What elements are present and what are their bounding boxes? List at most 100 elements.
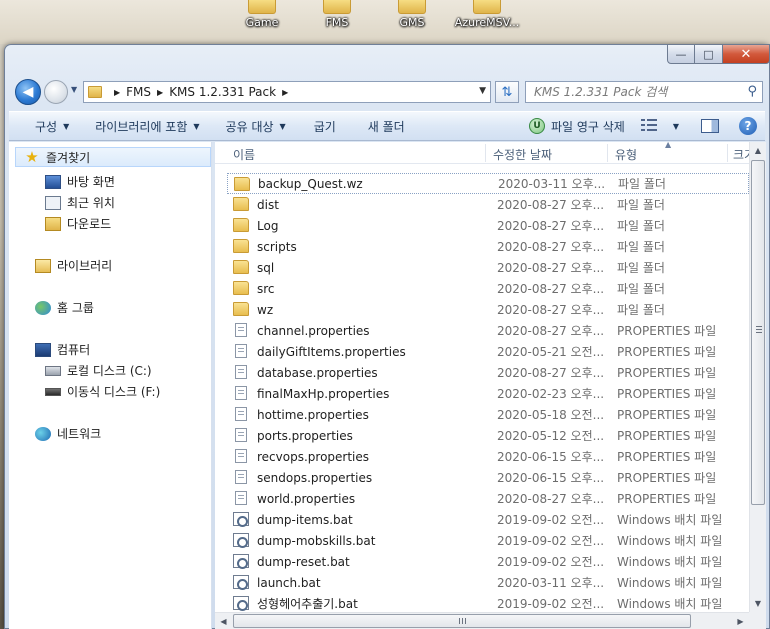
column-header-type[interactable]: 유형 (615, 146, 637, 163)
sidebar-item-favorites[interactable]: ★ 즐겨찾기 (15, 147, 211, 167)
desktop-folder-gms[interactable]: GMS (376, 0, 448, 29)
file-row[interactable]: ports.properties 2020-05-12 오전... PROPERTI… (227, 425, 749, 446)
folder-icon (233, 281, 249, 295)
column-header-size[interactable]: 크기 (733, 146, 749, 163)
new-folder-button[interactable]: 새 폴더 (346, 112, 415, 140)
desktop-folder-fms[interactable]: FMS (301, 0, 373, 29)
column-header-date[interactable]: 수정한 날짜 (493, 146, 552, 163)
sidebar-item-downloads[interactable]: 다운로드 (45, 215, 111, 232)
preview-pane-button[interactable] (689, 112, 729, 140)
breadcrumb-separator-icon[interactable]: ▶ (157, 88, 163, 97)
horizontal-scroll-thumb[interactable] (233, 614, 691, 628)
file-row[interactable]: finalMaxHp.properties 2020-02-23 오후... PRO… (227, 383, 749, 404)
sidebar-item-network[interactable]: 네트워크 (35, 425, 101, 442)
file-row[interactable]: dump-reset.bat 2019-09-02 오전... Windows 배치… (227, 551, 749, 572)
file-row[interactable]: Log 2020-08-27 오후... 파일 폴더 (227, 215, 749, 236)
breadcrumb-current-folder[interactable]: KMS 1.2.331 Pack (169, 85, 276, 99)
file-row[interactable]: scripts 2020-08-27 오후... 파일 폴더 (227, 236, 749, 257)
file-row[interactable]: sql 2020-08-27 오후... 파일 폴더 (227, 257, 749, 278)
file-row[interactable]: wz 2020-08-27 오후... 파일 폴더 (227, 299, 749, 320)
file-name: sendops.properties (257, 470, 373, 485)
sidebar-item-computer[interactable]: 컴퓨터 (35, 341, 90, 358)
sidebar-item-homegroup[interactable]: 홈 그룹 (35, 299, 94, 316)
breadcrumb-separator-icon[interactable]: ▶ (282, 88, 288, 97)
computer-icon (35, 342, 51, 357)
close-button[interactable]: ✕ (723, 44, 770, 64)
vertical-scroll-thumb[interactable] (751, 160, 765, 505)
scroll-right-icon[interactable]: ▶ (732, 613, 749, 629)
file-row[interactable]: dump-items.bat 2019-09-02 오전... Windows 배치… (227, 509, 749, 530)
search-icon[interactable]: ⚲ (747, 84, 757, 99)
sidebar-item-local-disk[interactable]: 로컬 디스크 (C:) (45, 362, 152, 379)
close-icon: ✕ (740, 46, 752, 62)
file-row[interactable]: database.properties 2020-08-27 오후... PROPE… (227, 362, 749, 383)
desktop-icon (45, 174, 61, 189)
share-label: 공유 대상 (225, 119, 274, 134)
breadcrumb-fms[interactable]: FMS (126, 85, 151, 99)
include-in-library-button[interactable]: 라이브러리에 포함 ▼ (79, 112, 209, 140)
file-name: sql (257, 260, 275, 275)
search-input[interactable] (534, 85, 740, 99)
folder-icon (398, 0, 426, 14)
sidebar-item-label: 라이브러리 (57, 259, 113, 273)
file-name: src (257, 281, 275, 296)
file-row[interactable]: launch.bat 2020-03-11 오후... Windows 배치 파일 (227, 572, 749, 593)
recent-pages-dropdown[interactable]: ▼ (71, 85, 77, 94)
file-row[interactable]: sendops.properties 2020-06-15 오후... PROPER… (227, 467, 749, 488)
file-name: 성형헤어추출기.bat (257, 597, 358, 611)
file-row[interactable]: dump-mobskills.bat 2019-09-02 오전... Window… (227, 530, 749, 551)
file-row[interactable]: backup_Quest.wz 2020-03-11 오후... 파일 폴더 (227, 173, 749, 194)
chevron-down-icon: ▼ (63, 121, 70, 131)
help-button[interactable]: ? (729, 112, 765, 140)
column-divider[interactable] (485, 144, 486, 162)
file-type: 파일 폴더 (617, 303, 665, 317)
scroll-down-icon[interactable]: ▼ (750, 595, 766, 612)
file-type: Windows 배치 파일 (617, 576, 723, 590)
vertical-scrollbar[interactable]: ▲ ▼ (749, 142, 766, 612)
scroll-left-icon[interactable]: ◀ (215, 613, 232, 629)
address-dropdown-icon[interactable]: ▼ (479, 86, 486, 96)
sidebar-item-label: 컴퓨터 (57, 343, 91, 357)
refresh-button[interactable]: ⇅ (495, 81, 519, 103)
maximize-button[interactable]: □ (695, 44, 723, 64)
horizontal-scrollbar[interactable]: ◀ ▶ (215, 612, 749, 629)
sidebar-item-label: 바탕 화면 (67, 175, 115, 189)
minimize-button[interactable]: — (667, 44, 695, 64)
scroll-up-icon[interactable]: ▲ (750, 142, 766, 159)
file-name: dist (257, 197, 279, 212)
sidebar-item-libraries[interactable]: 라이브러리 (35, 257, 112, 274)
document-icon (235, 449, 247, 463)
file-name: finalMaxHp.properties (257, 386, 390, 401)
share-with-button[interactable]: 공유 대상 ▼ (210, 112, 296, 140)
breadcrumb-separator-icon[interactable]: ▶ (114, 88, 120, 97)
delete-permanently-button[interactable]: U 파일 영구 삭제 (519, 112, 635, 140)
file-row[interactable]: 성형헤어추출기.bat 2019-09-02 오전... Windows 배치 파일 (227, 593, 749, 612)
forward-button[interactable] (44, 80, 68, 104)
address-bar[interactable]: ▶ FMS ▶ KMS 1.2.331 Pack ▶ ▼ (83, 81, 491, 103)
file-type: PROPERTIES 파일 (617, 345, 717, 359)
file-row[interactable]: dailyGiftItems.properties 2020-05-21 오전..… (227, 341, 749, 362)
sidebar-item-desktop[interactable]: 바탕 화면 (45, 173, 115, 190)
file-row[interactable]: recvops.properties 2020-06-15 오후... PROPER… (227, 446, 749, 467)
organize-button[interactable]: 구성 ▼ (9, 112, 79, 140)
file-row[interactable]: hottime.properties 2020-05-18 오전... PROPER… (227, 404, 749, 425)
column-header-name[interactable]: 이름 (233, 146, 255, 163)
file-row[interactable]: channel.properties 2020-08-27 오후... PROPER… (227, 320, 749, 341)
file-row[interactable]: dist 2020-08-27 오후... 파일 폴더 (227, 194, 749, 215)
column-divider[interactable] (607, 144, 608, 162)
file-row[interactable]: src 2020-08-27 오후... 파일 폴더 (227, 278, 749, 299)
sidebar-item-label: 로컬 디스크 (C:) (67, 364, 152, 378)
burn-button[interactable]: 굽기 (296, 112, 346, 140)
change-view-button[interactable]: ▼ (635, 112, 689, 140)
sidebar-item-recent[interactable]: 최근 위치 (45, 194, 115, 211)
search-box[interactable]: ⚲ (525, 81, 763, 103)
back-button[interactable]: ◀ (15, 79, 41, 105)
document-icon (235, 365, 247, 379)
column-divider[interactable] (727, 144, 728, 162)
file-row[interactable]: world.properties 2020-08-27 오후... PROPERTI… (227, 488, 749, 509)
desktop-folder-azuremsv[interactable]: AzureMSV... (451, 0, 523, 29)
navigation-pane: ★ 즐겨찾기 바탕 화면 최근 위치 다운로드 라이브러리 홈 그룹 컴퓨터 로… (9, 142, 212, 629)
batch-file-icon (233, 512, 249, 527)
sidebar-item-removable-disk[interactable]: 이동식 디스크 (F:) (45, 383, 160, 400)
desktop-folder-game[interactable]: Game (226, 0, 298, 29)
